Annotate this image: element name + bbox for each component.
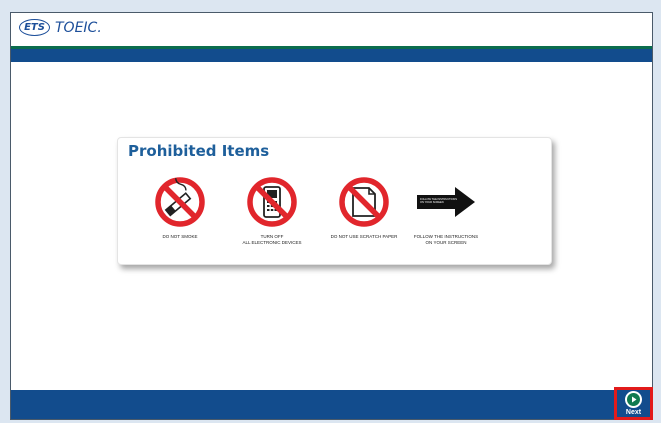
arrow-right-icon: FOLLOW THE INSTRUCTIONS ON YOUR SCREEN (415, 176, 477, 228)
item-label: TURN OFF ALL ELECTRONIC DEVICES (242, 234, 302, 245)
prohibited-item-electronics: TURN OFF ALL ELECTRONIC DEVICES (222, 176, 322, 245)
next-button-label: Next (625, 409, 642, 416)
item-label: DO NOT SMOKE (162, 234, 198, 239)
bottom-bar (11, 390, 652, 419)
no-paper-icon (339, 177, 389, 227)
prohibited-item-smoking: DO NOT SMOKE (130, 176, 230, 240)
play-arrow-icon (632, 396, 637, 403)
top-bar (11, 49, 652, 62)
no-phone-icon (247, 177, 297, 227)
ets-toeic-logo: ETS TOEIC. (19, 19, 102, 36)
header: ETS TOEIC. (11, 13, 652, 46)
ets-logo-mark: ETS (19, 19, 50, 36)
next-button[interactable]: Next (614, 387, 653, 420)
prohibited-items-panel: Prohibited Items DO NOT SMOKE TURN OFF A… (117, 137, 552, 265)
next-icon[interactable] (625, 391, 642, 408)
next-button-face[interactable]: Next (617, 390, 650, 417)
instruction-item-follow: FOLLOW THE INSTRUCTIONS ON YOUR SCREEN F… (396, 176, 496, 245)
no-smoking-icon (155, 177, 205, 227)
test-window: ETS TOEIC. Prohibited Items DO NOT SMOKE (10, 12, 653, 420)
arrow-text: FOLLOW THE INSTRUCTIONS ON YOUR SCREEN (420, 198, 457, 204)
panel-title: Prohibited Items (128, 142, 270, 160)
toeic-wordmark: TOEIC. (55, 19, 102, 36)
item-label: FOLLOW THE INSTRUCTIONS ON YOUR SCREEN (413, 234, 479, 245)
